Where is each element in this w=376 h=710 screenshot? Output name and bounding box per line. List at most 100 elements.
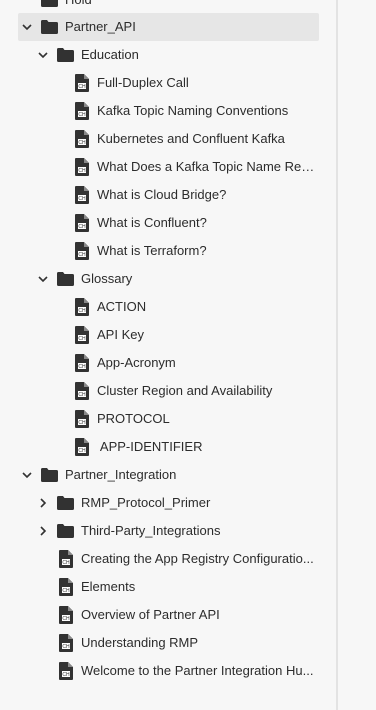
svg-text:CH: CH bbox=[62, 588, 70, 594]
document-icon: CH bbox=[75, 326, 89, 344]
svg-text:CH: CH bbox=[78, 112, 86, 118]
tree-folder-third-party-integrations[interactable]: Third-Party_Integrations bbox=[0, 517, 336, 545]
tree-file-item[interactable]: CH Creating the App Registry Configurati… bbox=[0, 545, 336, 573]
tree-folder-hold[interactable]: Hold bbox=[0, 0, 336, 14]
tree-folder-partner-api[interactable]: Partner_API bbox=[18, 13, 319, 41]
svg-text:CH: CH bbox=[62, 672, 70, 678]
document-icon: CH bbox=[75, 438, 89, 456]
document-icon: CH bbox=[75, 298, 89, 316]
tree-file-label: Kubernetes and Confluent Kafka bbox=[97, 131, 285, 146]
folder-icon bbox=[41, 468, 58, 482]
tree-file-label: What is Confluent? bbox=[97, 215, 207, 230]
document-icon: CH bbox=[75, 354, 89, 372]
svg-text:CH: CH bbox=[62, 644, 70, 650]
chevron-right-icon[interactable] bbox=[37, 525, 49, 537]
svg-text:CH: CH bbox=[78, 448, 86, 454]
svg-text:CH: CH bbox=[78, 168, 86, 174]
folder-icon bbox=[57, 272, 74, 286]
file-tree-panel: Hold Partner_API Education CH Full-Duple… bbox=[0, 0, 336, 710]
tree-file-item[interactable]: CH APP-IDENTIFIER bbox=[0, 433, 336, 461]
tree-folder-label: Partner_Integration bbox=[65, 467, 177, 482]
document-icon: CH bbox=[75, 186, 89, 204]
svg-text:CH: CH bbox=[78, 252, 86, 258]
tree-file-item[interactable]: CH What is Cloud Bridge? bbox=[0, 181, 336, 209]
chevron-down-icon[interactable] bbox=[21, 21, 33, 33]
document-icon: CH bbox=[75, 158, 89, 176]
chevron-down-icon[interactable] bbox=[21, 469, 33, 481]
tree-file-label: What is Terraform? bbox=[97, 243, 207, 258]
tree-folder-rmp-protocol-primer[interactable]: RMP_Protocol_Primer bbox=[0, 489, 336, 517]
tree-file-label: Welcome to the Partner Integration Hu... bbox=[81, 663, 314, 678]
adjacent-pane bbox=[338, 0, 376, 710]
chevron-down-icon[interactable] bbox=[37, 49, 49, 61]
folder-icon bbox=[41, 20, 58, 34]
document-icon: CH bbox=[75, 74, 89, 92]
chevron-right-icon[interactable] bbox=[37, 497, 49, 509]
tree-file-label: Understanding RMP bbox=[81, 635, 199, 650]
tree-file-item[interactable]: CH Cluster Region and Availability bbox=[0, 377, 336, 405]
svg-text:CH: CH bbox=[62, 560, 70, 566]
tree-file-item[interactable]: CH What is Confluent? bbox=[0, 209, 336, 237]
document-icon: CH bbox=[59, 550, 73, 568]
document-icon: CH bbox=[75, 102, 89, 120]
svg-text:CH: CH bbox=[78, 420, 86, 426]
tree-file-label: ACTION bbox=[97, 299, 147, 314]
tree-file-item[interactable]: CH Welcome to the Partner Integration Hu… bbox=[0, 657, 336, 685]
svg-text:CH: CH bbox=[78, 196, 86, 202]
tree-file-label: API Key bbox=[97, 327, 144, 342]
tree-file-label: What is Cloud Bridge? bbox=[97, 187, 227, 202]
tree-folder-label: Partner_API bbox=[65, 19, 136, 34]
tree-folder-label: Third-Party_Integrations bbox=[81, 523, 221, 538]
tree-file-item[interactable]: CH Understanding RMP bbox=[0, 629, 336, 657]
tree-file-item[interactable]: CH App-Acronym bbox=[0, 349, 336, 377]
folder-icon bbox=[57, 48, 74, 62]
tree-file-item[interactable]: CH What Does a Kafka Topic Name Rep... bbox=[0, 153, 336, 181]
chevron-down-icon[interactable] bbox=[37, 273, 49, 285]
tree-file-item[interactable]: CH Elements bbox=[0, 573, 336, 601]
document-icon: CH bbox=[75, 242, 89, 260]
tree-file-item[interactable]: CH Full-Duplex Call bbox=[0, 69, 336, 97]
tree-folder-label: RMP_Protocol_Primer bbox=[81, 495, 211, 510]
tree-file-item[interactable]: CH Kubernetes and Confluent Kafka bbox=[0, 125, 336, 153]
tree-folder-label: Education bbox=[81, 47, 139, 62]
tree-file-label: App-Acronym bbox=[97, 355, 176, 370]
document-icon: CH bbox=[59, 578, 73, 596]
svg-text:CH: CH bbox=[62, 616, 70, 622]
folder-icon bbox=[41, 0, 58, 7]
tree-file-item[interactable]: CH Kafka Topic Naming Conventions bbox=[0, 97, 336, 125]
tree-folder-partner-integration[interactable]: Partner_Integration bbox=[0, 461, 336, 489]
tree-file-item[interactable]: CH What is Terraform? bbox=[0, 237, 336, 265]
folder-icon bbox=[57, 524, 74, 538]
document-icon: CH bbox=[59, 662, 73, 680]
tree-file-label: Elements bbox=[81, 579, 136, 594]
tree-file-item[interactable]: CH Overview of Partner API bbox=[0, 601, 336, 629]
document-icon: CH bbox=[75, 214, 89, 232]
svg-text:CH: CH bbox=[78, 336, 86, 342]
tree-file-item[interactable]: CH PROTOCOL bbox=[0, 405, 336, 433]
document-icon: CH bbox=[59, 606, 73, 624]
document-icon: CH bbox=[75, 410, 89, 428]
folder-icon bbox=[57, 496, 74, 510]
document-icon: CH bbox=[75, 130, 89, 148]
tree-file-item[interactable]: CH ACTION bbox=[0, 293, 336, 321]
tree-file-label: Overview of Partner API bbox=[81, 607, 220, 622]
tree-folder-glossary[interactable]: Glossary bbox=[0, 265, 336, 293]
svg-text:CH: CH bbox=[78, 140, 86, 146]
tree-file-label: PROTOCOL bbox=[97, 411, 170, 426]
svg-text:CH: CH bbox=[78, 364, 86, 370]
tree-file-label: What Does a Kafka Topic Name Rep... bbox=[97, 159, 319, 174]
tree-file-label: Creating the App Registry Configuratio..… bbox=[81, 551, 314, 566]
document-icon: CH bbox=[75, 382, 89, 400]
svg-text:CH: CH bbox=[78, 392, 86, 398]
tree-folder-label: Glossary bbox=[81, 271, 133, 286]
tree-file-label: Kafka Topic Naming Conventions bbox=[97, 103, 289, 118]
document-icon: CH bbox=[59, 634, 73, 652]
svg-text:CH: CH bbox=[78, 84, 86, 90]
tree-folder-education[interactable]: Education bbox=[0, 41, 336, 69]
tree-file-label: Full-Duplex Call bbox=[97, 75, 189, 90]
tree-file-label: Cluster Region and Availability bbox=[97, 383, 273, 398]
tree-file-label: APP-IDENTIFIER bbox=[97, 439, 203, 454]
svg-text:CH: CH bbox=[78, 224, 86, 230]
svg-text:CH: CH bbox=[78, 308, 86, 314]
tree-file-item[interactable]: CH API Key bbox=[0, 321, 336, 349]
